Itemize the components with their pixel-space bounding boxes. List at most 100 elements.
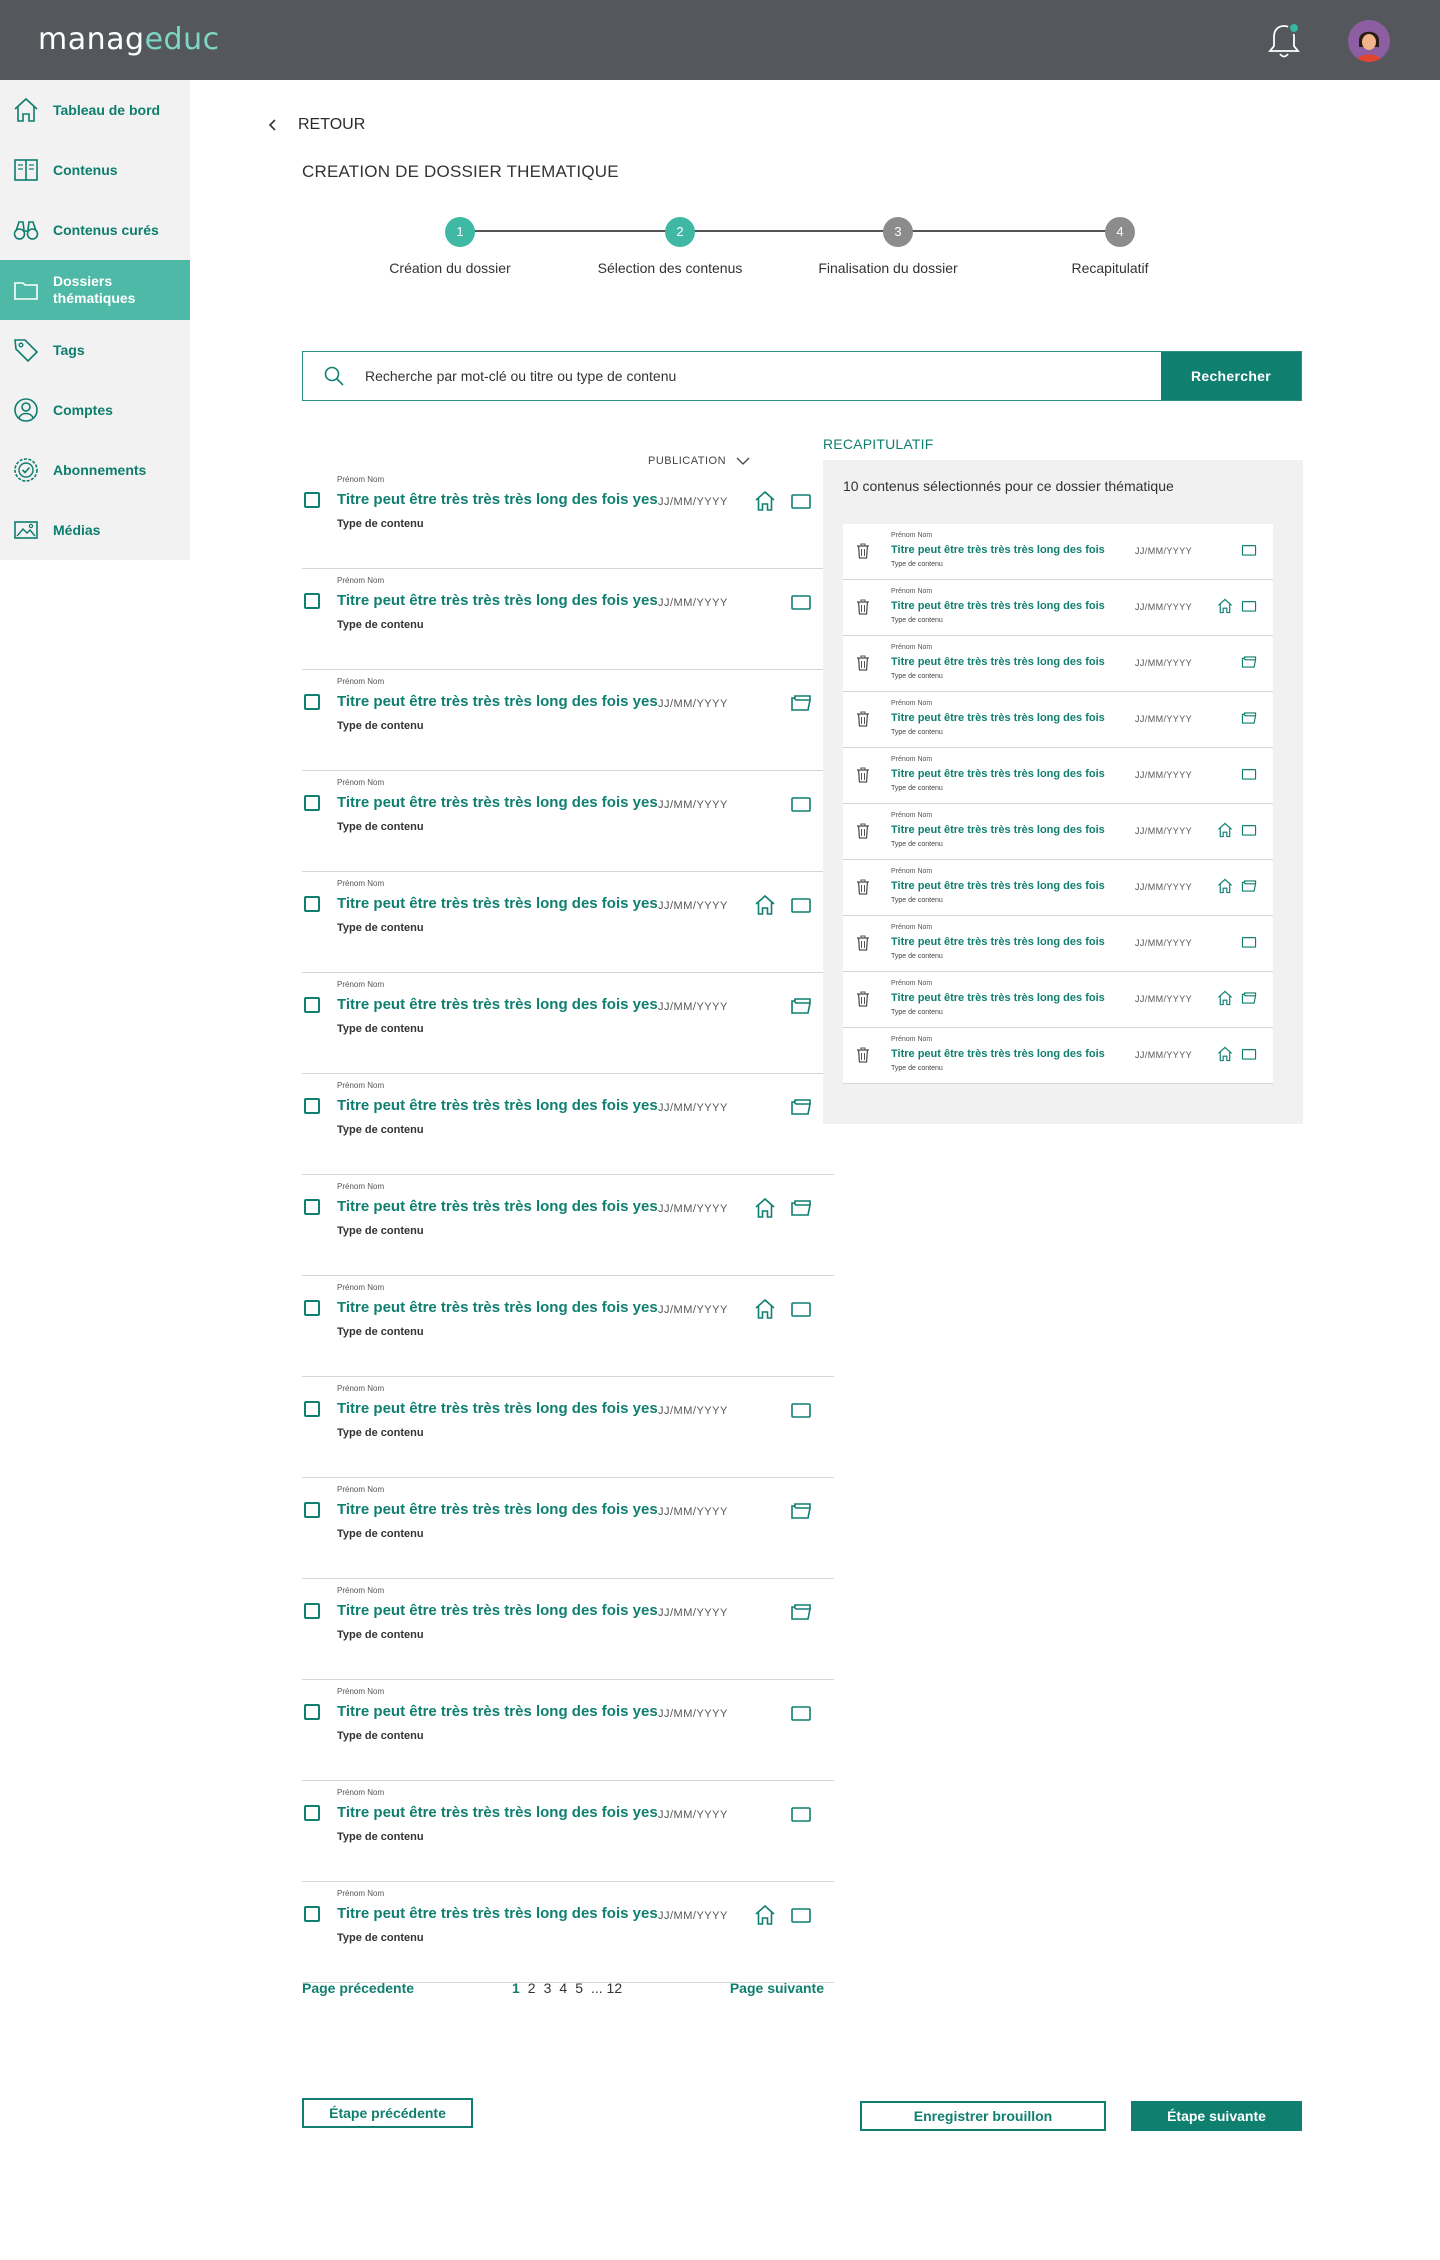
select-checkbox[interactable] [304,1401,320,1417]
notification-dot [1288,22,1300,34]
search-input[interactable] [365,352,1161,400]
row-title-link[interactable]: Titre peut être très très très long des … [337,491,658,508]
row-content-type: Type de contenu [337,1528,424,1540]
step-4-circle[interactable]: 4 [1105,217,1135,247]
table-row: Prénom Nom Titre peut être très très très… [302,1680,834,1781]
select-checkbox[interactable] [304,997,320,1013]
home-icon [1217,822,1233,838]
trash-icon[interactable] [856,543,870,559]
page-number[interactable]: 1 [512,1980,520,1996]
row-title-link[interactable]: Titre peut être très très très long des … [337,1703,658,1720]
recap-title-link[interactable]: Titre peut être très très très long des … [891,824,1105,836]
recap-title-link[interactable]: Titre peut être très très très long des … [891,880,1105,892]
step-1-circle[interactable]: 1 [445,217,475,247]
sidebar-item-binoculars[interactable]: Contenus curés [0,200,190,260]
row-content-type: Type de contenu [337,518,424,530]
sidebar-item-home[interactable]: Tableau de bord [0,80,190,140]
row-title-link[interactable]: Titre peut être très très très long des … [337,693,658,710]
recap-title-link[interactable]: Titre peut être très très très long des … [891,712,1105,724]
row-title-link[interactable]: Titre peut être très très très long des … [337,1905,658,1922]
search-icon[interactable] [303,352,365,400]
search-button[interactable]: Rechercher [1161,352,1301,400]
app-logo[interactable]: manageduc [38,22,220,57]
row-title-link[interactable]: Titre peut être très très très long des … [337,1501,658,1518]
select-checkbox[interactable] [304,492,320,508]
select-checkbox[interactable] [304,1805,320,1821]
prev-page-link[interactable]: Page précedente [302,1980,414,1996]
page-number[interactable]: ... 12 [591,1980,622,1996]
sidebar-item-book[interactable]: Contenus [0,140,190,200]
row-date: JJ/MM/YYYY [658,900,728,912]
trash-icon[interactable] [856,879,870,895]
recap-title-link[interactable]: Titre peut être très très très long des … [891,656,1105,668]
avatar[interactable] [1348,20,1390,62]
select-checkbox[interactable] [304,1502,320,1518]
recap-author: Prénom Nom [891,700,933,707]
folder-open-icon [1241,710,1257,726]
page-number[interactable]: 4 [559,1980,567,1996]
select-checkbox[interactable] [304,795,320,811]
row-title-link[interactable]: Titre peut être très très très long des … [337,1198,658,1215]
previous-step-button[interactable]: Étape précédente [302,2098,473,2128]
select-checkbox[interactable] [304,1300,320,1316]
recap-title-link[interactable]: Titre peut être très très très long des … [891,768,1105,780]
step-3-circle[interactable]: 3 [883,217,913,247]
select-checkbox[interactable] [304,1199,320,1215]
row-title-link[interactable]: Titre peut être très très très long des … [337,1097,658,1114]
image-icon [12,516,40,544]
select-checkbox[interactable] [304,1704,320,1720]
page-number[interactable]: 3 [544,1980,552,1996]
page-number[interactable]: 5 [575,1980,583,1996]
sidebar-item-user[interactable]: Comptes [0,380,190,440]
row-date: JJ/MM/YYYY [658,1607,728,1619]
select-checkbox[interactable] [304,593,320,609]
row-date: JJ/MM/YYYY [658,597,728,609]
page-number[interactable]: 2 [528,1980,536,1996]
folder-open-icon [790,1601,812,1623]
next-page-link[interactable]: Page suivante [730,1980,824,1996]
back-link[interactable]: RETOUR [268,116,365,134]
sort-publication[interactable]: PUBLICATION [648,455,750,467]
row-title-link[interactable]: Titre peut être très très très long des … [337,996,658,1013]
recap-title-link[interactable]: Titre peut être très très très long des … [891,544,1105,556]
next-step-button[interactable]: Étape suivante [1131,2101,1302,2131]
sidebar-item-folder[interactable]: Dossiers thématiques [0,260,190,320]
trash-icon[interactable] [856,823,870,839]
recap-title-link[interactable]: Titre peut être très très très long des … [891,992,1105,1004]
select-checkbox[interactable] [304,694,320,710]
trash-icon[interactable] [856,711,870,727]
row-title-link[interactable]: Titre peut être très très très long des … [337,1804,658,1821]
trash-icon[interactable] [856,935,870,951]
sidebar-item-badge[interactable]: Abonnements [0,440,190,500]
table-row: Prénom Nom Titre peut être très très très… [302,1478,834,1579]
trash-icon[interactable] [856,1047,870,1063]
recap-title-link[interactable]: Titre peut être très très très long des … [891,1048,1105,1060]
sidebar-item-tag[interactable]: Tags [0,320,190,380]
save-draft-button[interactable]: Enregistrer brouillon [860,2101,1106,2131]
trash-icon[interactable] [856,991,870,1007]
row-title-link[interactable]: Titre peut être très très très long des … [337,1602,658,1619]
sidebar-item-image[interactable]: Médias [0,500,190,560]
row-title-link[interactable]: Titre peut être très très très long des … [337,794,658,811]
step-2-circle[interactable]: 2 [665,217,695,247]
recap-title-link[interactable]: Titre peut être très très très long des … [891,936,1105,948]
select-checkbox[interactable] [304,896,320,912]
home-icon [1217,990,1233,1006]
home-icon [12,96,40,124]
row-title-link[interactable]: Titre peut être très très très long des … [337,1299,658,1316]
row-author: Prénom Nom [337,879,385,888]
select-checkbox[interactable] [304,1603,320,1619]
row-date: JJ/MM/YYYY [658,1405,728,1417]
select-checkbox[interactable] [304,1098,320,1114]
row-title-link[interactable]: Titre peut être très très très long des … [337,1400,658,1417]
trash-icon[interactable] [856,767,870,783]
recap-title-link[interactable]: Titre peut être très très très long des … [891,600,1105,612]
recap-author: Prénom Nom [891,980,933,987]
select-checkbox[interactable] [304,1906,320,1922]
row-title-link[interactable]: Titre peut être très très très long des … [337,592,658,609]
row-title-link[interactable]: Titre peut être très très très long des … [337,895,658,912]
folder-icon [790,894,812,916]
recap-content-type: Type de contenu [891,729,943,736]
trash-icon[interactable] [856,599,870,615]
trash-icon[interactable] [856,655,870,671]
